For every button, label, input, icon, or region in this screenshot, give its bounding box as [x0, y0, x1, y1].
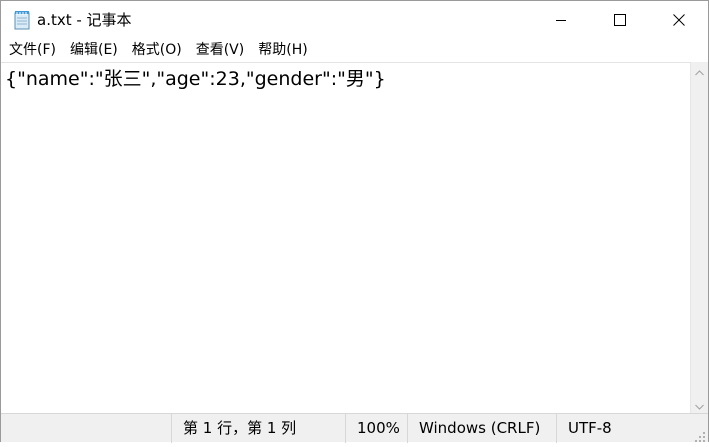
menu-view[interactable]: 查看(V) — [189, 39, 252, 62]
status-bar: 第 1 行，第 1 列 100% Windows (CRLF) UTF-8 — [1, 413, 708, 443]
menu-format[interactable]: 格式(O) — [125, 39, 189, 62]
chevron-up-icon — [695, 61, 704, 80]
menu-edit[interactable]: 编辑(E) — [63, 39, 125, 62]
close-icon — [673, 11, 685, 30]
zoom-level: 100% — [345, 414, 408, 443]
encoding: UTF-8 — [556, 414, 690, 443]
maximize-icon — [614, 11, 626, 30]
vertical-scrollbar[interactable] — [690, 62, 708, 413]
notepad-icon — [12, 10, 32, 30]
window-title: a.txt - 记事本 — [37, 11, 132, 29]
close-button[interactable] — [650, 1, 708, 39]
scroll-up-button[interactable] — [691, 62, 708, 79]
scroll-down-button[interactable] — [691, 396, 708, 413]
menu-bar: 文件(F) 编辑(E) 格式(O) 查看(V) 帮助(H) — [1, 39, 708, 62]
cursor-position: 第 1 行，第 1 列 — [171, 414, 346, 443]
title-bar[interactable]: a.txt - 记事本 — [1, 1, 708, 39]
minimize-button[interactable] — [532, 1, 590, 39]
editor-content[interactable]: {"name":"张三","age":23,"gender":"男"} — [5, 66, 386, 92]
menu-file[interactable]: 文件(F) — [1, 39, 63, 62]
notepad-window: a.txt - 记事本 文件(F) 编辑(E) 格式(O) 查看(V) 帮助(H… — [0, 0, 709, 443]
maximize-button[interactable] — [591, 1, 649, 39]
chevron-down-icon — [695, 395, 704, 414]
text-editor[interactable]: {"name":"张三","age":23,"gender":"男"} — [1, 62, 690, 413]
minimize-icon — [555, 11, 567, 30]
line-ending: Windows (CRLF) — [407, 414, 557, 443]
resize-grip-icon[interactable] — [694, 428, 706, 442]
menu-help[interactable]: 帮助(H) — [251, 39, 314, 62]
